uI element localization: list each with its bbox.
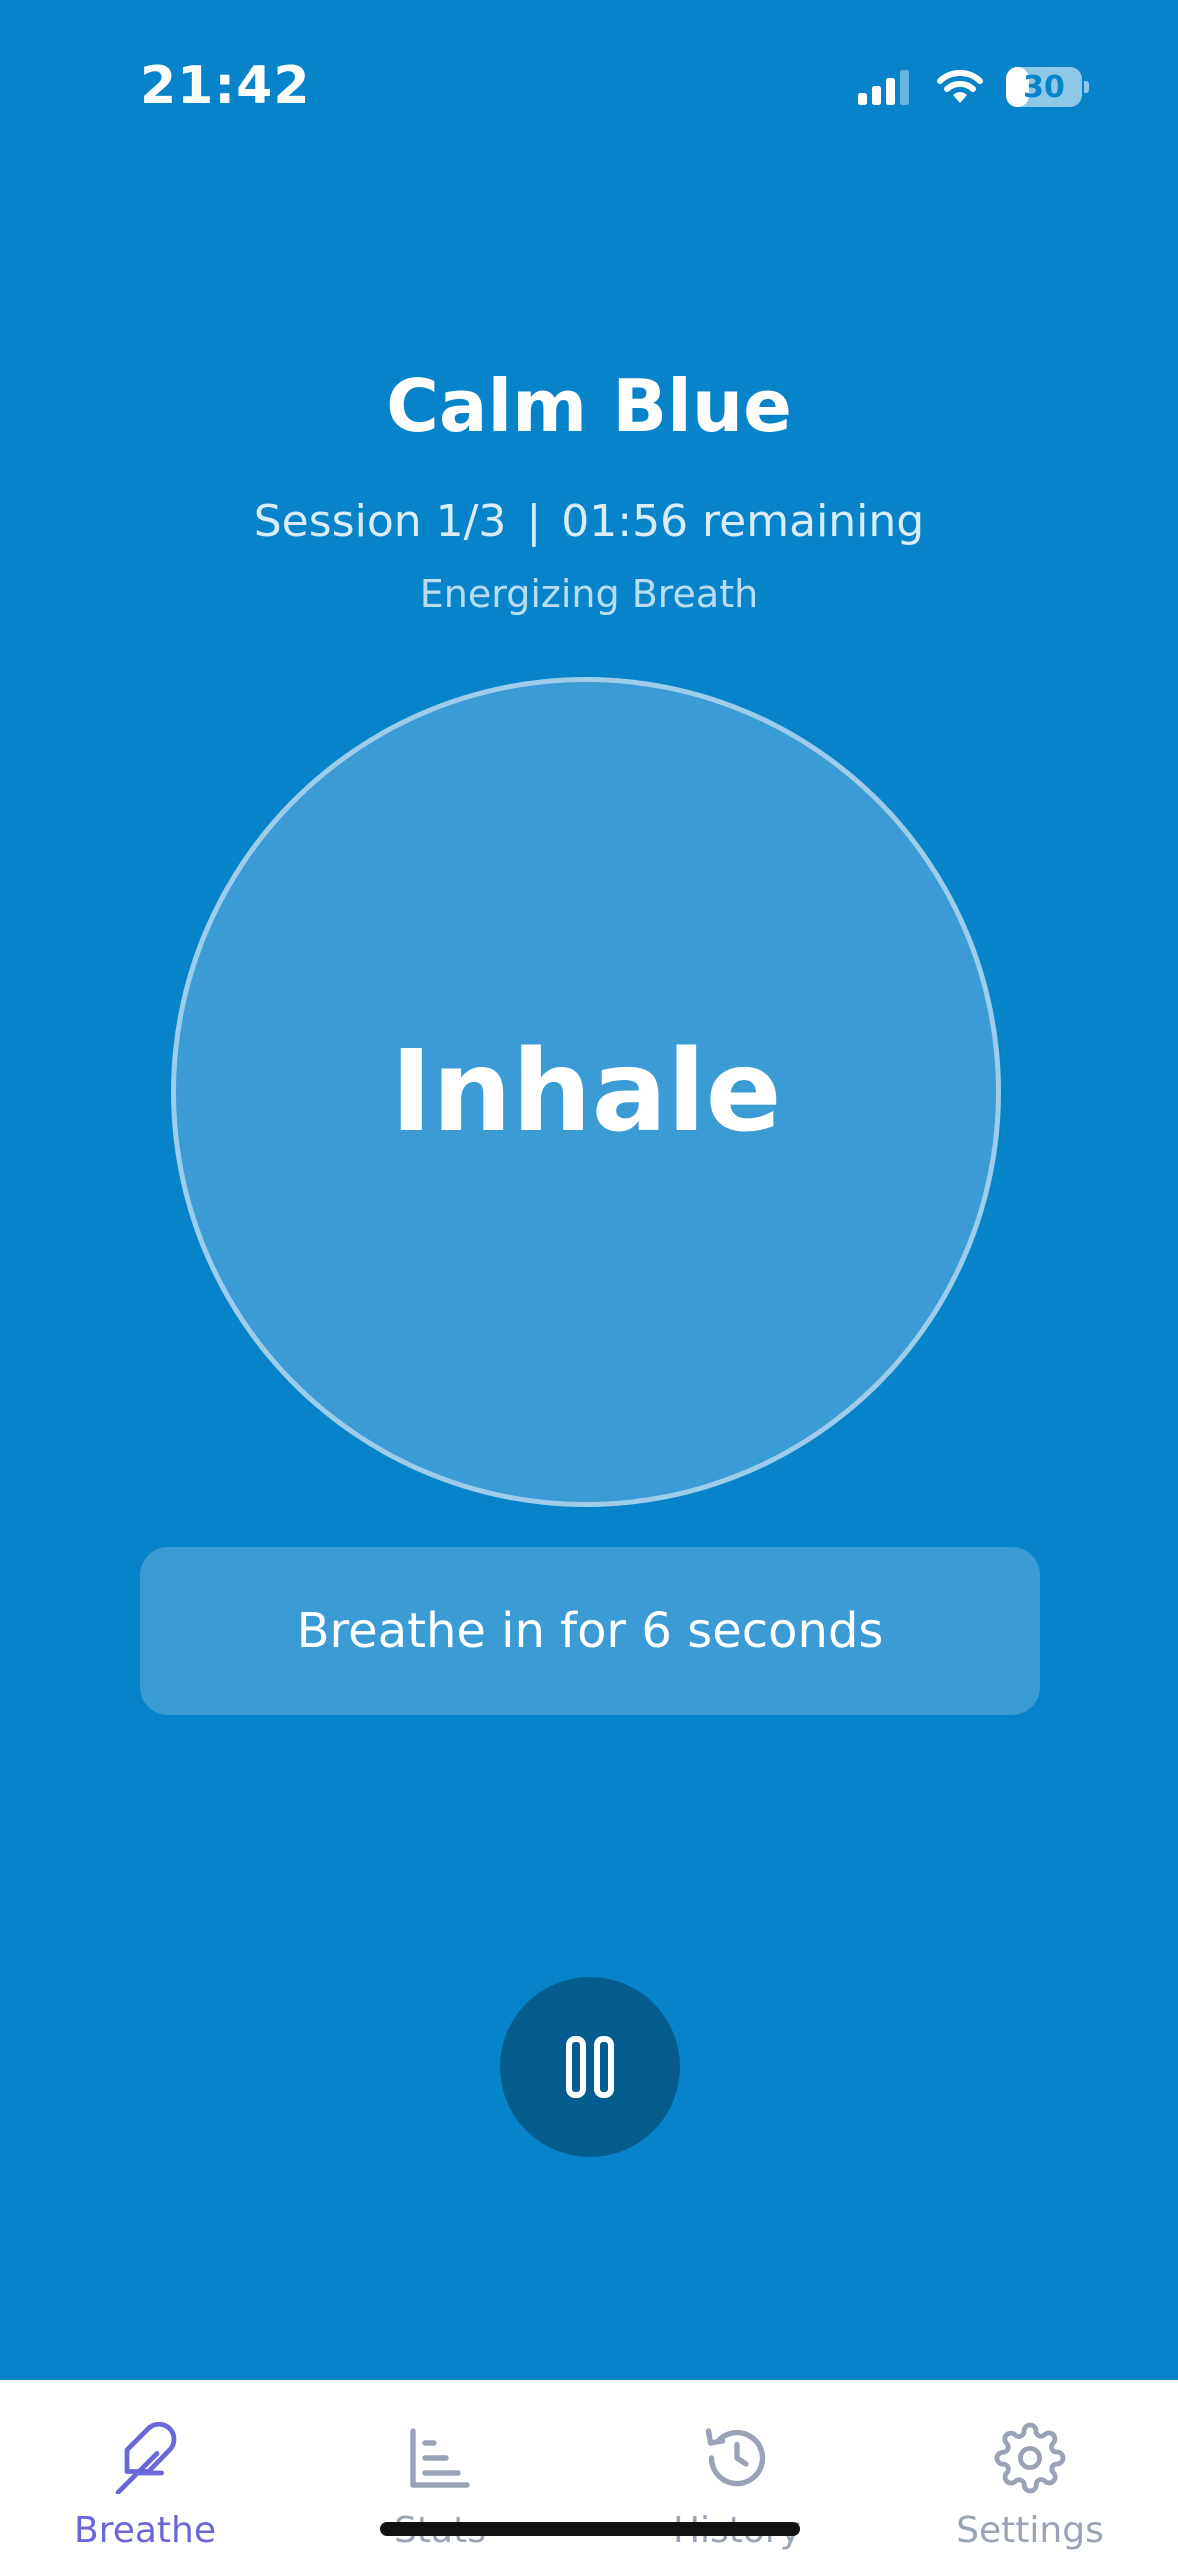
history-icon — [699, 2420, 775, 2496]
breathing-circle: Inhale — [171, 677, 1001, 1507]
breath-instruction-text: Breathe in for 6 seconds — [296, 1603, 884, 1659]
tab-breathe[interactable]: Breathe — [15, 2380, 275, 2560]
battery-tip — [1084, 81, 1089, 93]
breathing-screen: 21:42 30 Calm Blue Session 1/3 | 01:56 r… — [0, 0, 1178, 2560]
status-time: 21:42 — [140, 56, 311, 116]
session-counter: Session 1/3 — [253, 496, 507, 547]
battery-level: 30 — [1023, 69, 1065, 105]
status-icons: 30 — [858, 62, 1089, 112]
session-progress: Session 1/3 | 01:56 remaining — [0, 496, 1178, 547]
bar-chart-icon — [402, 2420, 478, 2496]
wifi-icon — [937, 70, 983, 103]
home-indicator — [380, 2522, 800, 2536]
session-separator: | — [526, 496, 542, 547]
technique-name: Energizing Breath — [419, 572, 759, 616]
tab-label-settings: Settings — [956, 2510, 1104, 2551]
feather-icon — [107, 2420, 183, 2496]
breath-instruction-card: Breathe in for 6 seconds — [140, 1547, 1040, 1715]
exercise-title: Calm Blue — [386, 364, 792, 448]
gear-icon — [992, 2420, 1068, 2496]
tab-settings[interactable]: Settings — [900, 2380, 1160, 2560]
time-remaining: 01:56 remaining — [561, 496, 925, 547]
breath-phase-label: Inhale — [390, 1027, 782, 1157]
battery-icon: 30 — [1006, 67, 1089, 107]
pause-button[interactable] — [500, 1977, 680, 2157]
pause-icon — [566, 2036, 614, 2098]
cellular-signal-icon — [858, 70, 909, 105]
tab-label-breathe: Breathe — [74, 2510, 216, 2551]
